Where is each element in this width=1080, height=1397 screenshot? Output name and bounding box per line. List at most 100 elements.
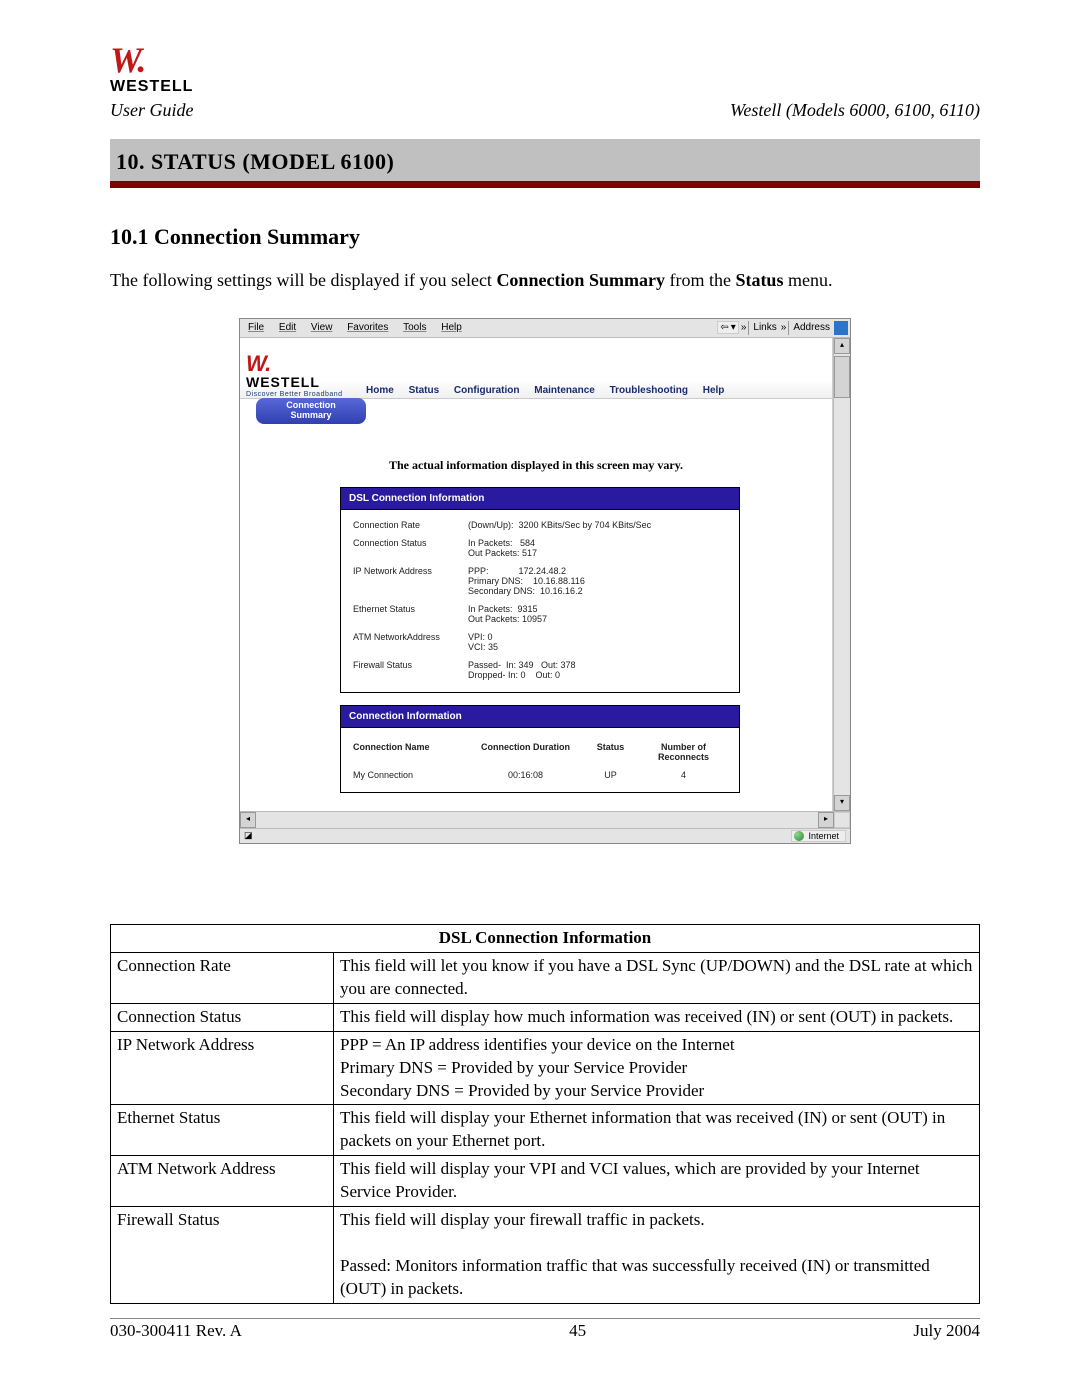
- conn-td-duration: 00:16:08: [468, 770, 583, 780]
- toolbar-chevron-icon: »: [741, 322, 747, 333]
- conn-th-name: Connection Name: [353, 742, 468, 762]
- nav-home[interactable]: Home: [366, 385, 394, 396]
- menu-view[interactable]: View: [311, 322, 333, 333]
- row-label: ATM Network Address: [111, 1156, 334, 1207]
- scroll-down-button[interactable]: ▾: [834, 795, 850, 811]
- intro-bold-2: Status: [735, 270, 783, 290]
- dsl-info-table: DSL Connection Information Connection Ra…: [110, 924, 980, 1304]
- menu-favorites[interactable]: Favorites: [347, 322, 388, 333]
- dsl-panel-body: Connection Rate (Down/Up): 3200 KBits/Se…: [340, 510, 740, 693]
- row-label: Connection Status: [111, 1003, 334, 1031]
- conn-panel-header: Connection Information: [340, 705, 740, 728]
- back-button[interactable]: ⇦ ▾: [717, 321, 738, 334]
- row-label: IP Network Address: [111, 1031, 334, 1105]
- dsl-ip-label: IP Network Address: [353, 566, 468, 576]
- dsl-rate-value: (Down/Up): 3200 KBits/Sec by 704 KBits/S…: [468, 520, 651, 530]
- menu-help[interactable]: Help: [441, 322, 462, 333]
- internet-zone-label: Internet: [808, 831, 839, 841]
- nav-maintenance[interactable]: Maintenance: [534, 385, 595, 396]
- intro-text-suffix: menu.: [783, 270, 832, 290]
- intro-text-mid: from the: [665, 270, 735, 290]
- conn-td-name: My Connection: [353, 770, 468, 780]
- ie-menu-bar: File Edit View Favorites Tools Help ⇦ ▾ …: [240, 319, 850, 338]
- scroll-thumb[interactable]: [834, 356, 850, 398]
- links-chevron-icon: »: [781, 322, 787, 333]
- dsl-eth-value: In Packets: 9315 Out Packets: 10957: [468, 604, 547, 624]
- table-row: Firewall Status This field will display …: [111, 1207, 980, 1304]
- logo: W. WESTELL User Guide: [110, 50, 194, 121]
- dsl-info-table-title: DSL Connection Information: [111, 924, 980, 952]
- dsl-fw-value: Passed- In: 349 Out: 378 Dropped- In: 0 …: [468, 660, 576, 680]
- table-row: ATM Network Address This field will disp…: [111, 1156, 980, 1207]
- row-desc: This field will let you know if you have…: [334, 952, 980, 1003]
- conn-td-reconnects: 4: [638, 770, 729, 780]
- menu-file[interactable]: File: [248, 322, 264, 333]
- intro-bold-1: Connection Summary: [496, 270, 665, 290]
- section-heading: 10.1 Connection Summary: [110, 224, 980, 250]
- screen-note: The actual information displayed in this…: [240, 458, 832, 473]
- browser-screenshot: File Edit View Favorites Tools Help ⇦ ▾ …: [239, 318, 851, 844]
- conn-th-reconnects: Number of Reconnects: [638, 742, 729, 762]
- status-done-icon: ◪: [244, 830, 253, 841]
- row-label: Connection Rate: [111, 952, 334, 1003]
- chapter-title-bar: 10. STATUS (MODEL 6100): [110, 139, 980, 188]
- intro-paragraph: The following settings will be displayed…: [110, 268, 980, 292]
- user-guide-label: User Guide: [110, 100, 194, 121]
- dsl-atm-value: VPI: 0 VCI: 35: [468, 632, 498, 652]
- hscroll-track[interactable]: [256, 812, 818, 828]
- dsl-fw-label: Firewall Status: [353, 660, 468, 670]
- conn-panel-body: Connection Name Connection Duration Stat…: [340, 728, 740, 793]
- logo-word: WESTELL: [110, 78, 193, 96]
- row-label: Ethernet Status: [111, 1105, 334, 1156]
- nav-configuration[interactable]: Configuration: [454, 385, 520, 396]
- menu-tools[interactable]: Tools: [403, 322, 426, 333]
- table-row: Connection Status This field will displa…: [111, 1003, 980, 1031]
- models-label: Westell (Models 6000, 6100, 6110): [730, 100, 980, 121]
- footer-date: July 2004: [913, 1321, 980, 1341]
- page-header: W. WESTELL User Guide Westell (Models 60…: [110, 50, 980, 121]
- back-arrow-icon: ⇦: [720, 322, 728, 333]
- nav-status[interactable]: Status: [409, 385, 440, 396]
- row-desc: PPP = An IP address identifies your devi…: [334, 1031, 980, 1105]
- table-row: IP Network Address PPP = An IP address i…: [111, 1031, 980, 1105]
- nav-bar: Home Status Configuration Maintenance Tr…: [360, 385, 832, 396]
- nav-troubleshooting[interactable]: Troubleshooting: [610, 385, 688, 396]
- row-desc: This field will display your Ethernet in…: [334, 1105, 980, 1156]
- globe-icon: [794, 831, 804, 841]
- horizontal-scrollbar[interactable]: ◂ ▸: [240, 811, 850, 828]
- logo-mark-icon: W.: [110, 50, 144, 72]
- scroll-left-button[interactable]: ◂: [240, 812, 256, 828]
- footer-page-number: 45: [569, 1321, 586, 1341]
- brand-mark-icon: W.: [246, 358, 343, 370]
- row-label: Firewall Status: [111, 1207, 334, 1304]
- dsl-ip-value: PPP: 172.24.48.2 Primary DNS: 10.16.88.1…: [468, 566, 585, 596]
- dsl-atm-label: ATM NetworkAddress: [353, 632, 468, 642]
- dsl-status-value: In Packets: 584 Out Packets: 517: [468, 538, 537, 558]
- back-caret-icon: ▾: [731, 322, 736, 333]
- links-label[interactable]: Links: [751, 322, 778, 333]
- footer-revision: 030-300411 Rev. A: [110, 1321, 242, 1341]
- brand-word: WESTELL: [246, 374, 343, 390]
- menu-edit[interactable]: Edit: [279, 322, 296, 333]
- conn-td-status: UP: [583, 770, 638, 780]
- vertical-scrollbar[interactable]: ▴ ▾: [833, 338, 850, 811]
- row-desc: This field will display your firewall tr…: [334, 1207, 980, 1304]
- brand-tagline: Discover Better Broadband: [246, 391, 343, 398]
- selected-tab-connection-summary[interactable]: Connection Summary: [256, 398, 366, 424]
- scroll-up-button[interactable]: ▴: [834, 338, 850, 354]
- intro-text: The following settings will be displayed…: [110, 270, 496, 290]
- scroll-right-button[interactable]: ▸: [818, 812, 834, 828]
- dsl-rate-label: Connection Rate: [353, 520, 468, 530]
- address-label[interactable]: Address: [791, 322, 832, 333]
- conn-th-duration: Connection Duration: [468, 742, 583, 762]
- conn-th-status: Status: [583, 742, 638, 762]
- ie-status-bar: ◪ Internet: [240, 828, 850, 843]
- dsl-panel-header: DSL Connection Information: [340, 487, 740, 510]
- dsl-status-label: Connection Status: [353, 538, 468, 548]
- table-row: Connection Rate This field will let you …: [111, 952, 980, 1003]
- nav-help[interactable]: Help: [703, 385, 725, 396]
- row-desc: This field will display how much informa…: [334, 1003, 980, 1031]
- page-footer: 030-300411 Rev. A 45 July 2004: [110, 1318, 980, 1341]
- row-desc: This field will display your VPI and VCI…: [334, 1156, 980, 1207]
- internet-zone: Internet: [791, 830, 846, 842]
